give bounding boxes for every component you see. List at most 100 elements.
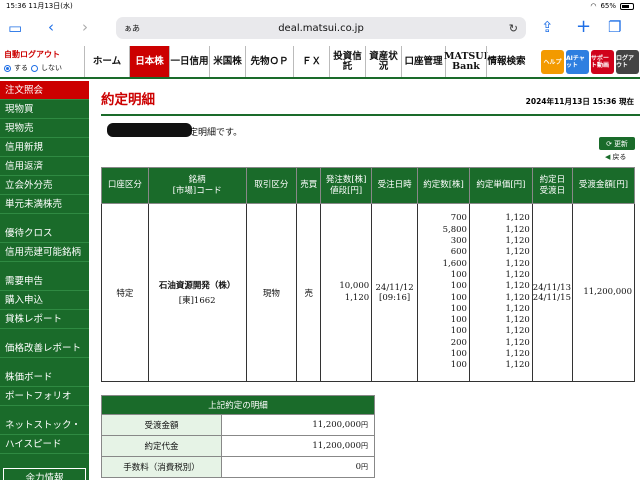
dates-cell: 24/11/13 24/11/15 bbox=[531, 203, 573, 382]
tab-6[interactable]: ＦＸ bbox=[293, 46, 329, 77]
sidebar-item-9[interactable]: 信用売建可能銘柄 bbox=[0, 243, 89, 262]
tab-8[interactable]: 資産状況 bbox=[365, 46, 401, 77]
tab-3[interactable]: 一日信用 bbox=[169, 46, 209, 77]
fill-price: 1,120 bbox=[505, 326, 530, 337]
summary-key: 手数料（消費税別） bbox=[101, 456, 222, 478]
order-qty: 10,000 bbox=[339, 281, 370, 292]
sidebar-item-14[interactable]: 株価ボード bbox=[0, 368, 89, 387]
summary-unit: 円 bbox=[361, 442, 368, 450]
quick-button-4[interactable]: ログアウト bbox=[616, 50, 639, 74]
sidebar-item-11[interactable]: 購入申込 bbox=[0, 291, 89, 310]
quick-button-2[interactable]: AIチャット bbox=[566, 50, 589, 74]
sidebar-item-17[interactable]: ハイスピード bbox=[0, 435, 89, 454]
fill-price: 1,120 bbox=[505, 348, 530, 359]
fill-qty: 100 bbox=[450, 315, 467, 326]
new-tab-icon[interactable]: + bbox=[576, 18, 591, 36]
address-bar[interactable]: ぁあ deal.matsui.co.jp ↻ bbox=[116, 17, 526, 39]
header-col-5: 発注数[株] 値段[円] bbox=[320, 167, 373, 204]
summary-row: 約定代金 11,200,000円 bbox=[101, 435, 375, 457]
fill-price: 1,120 bbox=[505, 236, 530, 247]
wifi-icon: ◠ bbox=[590, 2, 597, 10]
fill-price: 1,120 bbox=[505, 258, 530, 269]
summary-row: 手数料（消費税別） 0円 bbox=[101, 456, 375, 478]
sidebar-item-10[interactable]: 需要申告 bbox=[0, 272, 89, 291]
tabs-icon[interactable]: ❐ bbox=[608, 20, 621, 35]
message-text: 定明細です。 bbox=[189, 128, 243, 138]
header-col-10: 受渡金額[円] bbox=[571, 167, 636, 204]
fill-qty: 5,800 bbox=[442, 224, 467, 235]
security-cell: 石油資源開発（株） [東]1662 bbox=[147, 203, 247, 382]
auto-logout-off-radio[interactable] bbox=[31, 64, 38, 72]
side: 売 bbox=[296, 203, 322, 382]
url-text[interactable]: deal.matsui.co.jp bbox=[116, 23, 526, 34]
back-icon[interactable]: ‹ bbox=[48, 20, 54, 35]
exec-date: 24/11/13 bbox=[532, 282, 571, 293]
header-col-8: 約定単価[円] bbox=[468, 167, 533, 204]
forward-icon[interactable]: › bbox=[82, 20, 88, 35]
sidebar-item-16[interactable]: ネットストック・ bbox=[0, 416, 89, 435]
share-icon[interactable]: ⇪ bbox=[541, 20, 554, 35]
order-date: 24/11/12 bbox=[375, 282, 414, 293]
page-title-bar: 約定明細 2024年11月13日 15:36 現在 bbox=[101, 88, 640, 116]
update-button[interactable]: ⟳ 更新 bbox=[599, 137, 635, 150]
auto-logout-on-radio[interactable] bbox=[4, 64, 11, 72]
fill-qty: 300 bbox=[450, 236, 467, 247]
site-nav: 自動ログアウト する しない ホーム 日本株 一日信用 米国株 先物ＯＰ ＦＸ 投資信託 資産… bbox=[0, 46, 640, 79]
header-col-7: 約定数[株] bbox=[417, 167, 470, 204]
battery-percent: 65% bbox=[600, 2, 616, 10]
security-code: [東]1662 bbox=[178, 296, 216, 306]
fill-price: 1,120 bbox=[505, 247, 530, 258]
sidebar-item-7[interactable]: 単元未満株売 bbox=[0, 195, 89, 214]
tab-11[interactable]: 情報検索 bbox=[486, 46, 526, 77]
fill-qty: 100 bbox=[450, 360, 467, 371]
summary-key: 受渡金額 bbox=[101, 414, 222, 436]
status-date: 11月13日(水) bbox=[28, 2, 73, 10]
sidebar-menu: 注文照会 現物買 現物売 信用新規 信用返済 立会外分売 単元未満株売 優待クロス 信用売建可能… bbox=[0, 81, 89, 487]
fill-price: 1,120 bbox=[505, 213, 530, 224]
back-link[interactable]: ◀ 戻る bbox=[605, 152, 635, 162]
reload-icon[interactable]: ↻ bbox=[509, 22, 518, 35]
order-datetime: 24/11/12 [09:16] bbox=[371, 203, 419, 382]
sidebar-item-8[interactable]: 優待クロス bbox=[0, 224, 89, 243]
order-price: 1,120 bbox=[344, 292, 370, 303]
auto-logout-off-label: しない bbox=[41, 64, 62, 72]
fill-price-list: 1,120 1,120 1,120 1,120 1,120 1,120 1,120 1,120… bbox=[468, 203, 533, 382]
fill-qty: 100 bbox=[450, 281, 467, 292]
trade-type: 現物 bbox=[245, 203, 298, 382]
sidebar-item-12[interactable]: 貸株レポート bbox=[0, 310, 89, 329]
redacted-block bbox=[107, 123, 192, 137]
back-label: 戻る bbox=[612, 153, 627, 161]
quick-buttons: ヘルプ AIチャット サポート動画 ログアウト bbox=[540, 46, 640, 77]
sidebar-item-3[interactable]: 現物売 bbox=[0, 119, 89, 138]
sidebar-item-4[interactable]: 信用新規 bbox=[0, 138, 89, 157]
back-arrow-icon: ◀ bbox=[605, 153, 611, 161]
sidebar-item-13[interactable]: 価格改善レポート bbox=[0, 339, 89, 358]
quick-button-3[interactable]: サポート動画 bbox=[591, 50, 614, 74]
sidebar-item-2[interactable]: 現物買 bbox=[0, 100, 89, 119]
status-time: 15:36 bbox=[6, 2, 27, 10]
tab-2[interactable]: 日本株 bbox=[129, 46, 169, 77]
header-col-6: 受注日時 bbox=[371, 167, 419, 204]
timestamp: 2024年11月13日 15:36 現在 bbox=[525, 97, 634, 106]
tab-4[interactable]: 米国株 bbox=[209, 46, 245, 77]
header-col-4: 売買 bbox=[296, 167, 322, 204]
tab-1[interactable]: ホーム bbox=[84, 46, 129, 77]
tab-9[interactable]: 口座管理 bbox=[401, 46, 445, 77]
fill-qty: 100 bbox=[450, 348, 467, 359]
fill-qty: 1,600 bbox=[442, 258, 467, 269]
account-type: 特定 bbox=[101, 203, 149, 382]
sidebar-item-18[interactable]: 余力情報 bbox=[3, 468, 86, 487]
quick-button-1[interactable]: ヘルプ bbox=[541, 50, 564, 74]
sidebar-item-1[interactable]: 注文照会 bbox=[0, 81, 89, 100]
execution-table: 口座区分 銘柄 [市場]コード 取引区分 売買 発注数[株] 値段[円] 受注日時 約定数[株]… bbox=[101, 167, 636, 382]
sidebar-item-15[interactable]: ポートフォリオ bbox=[0, 387, 89, 406]
tab-7[interactable]: 投資信託 bbox=[329, 46, 365, 77]
tab-10[interactable]: MATSUI Bank bbox=[444, 46, 488, 77]
sidebar-item-5[interactable]: 信用返済 bbox=[0, 157, 89, 176]
sidebar-toggle-icon[interactable]: ▭ bbox=[8, 21, 22, 36]
header-col-3: 取引区分 bbox=[245, 167, 298, 204]
tab-5[interactable]: 先物ＯＰ bbox=[245, 46, 293, 77]
table-row: 特定 石油資源開発（株） [東]1662 現物 売 10,000 1,120 2… bbox=[101, 203, 636, 382]
summary-key: 約定代金 bbox=[101, 435, 222, 457]
sidebar-item-6[interactable]: 立会外分売 bbox=[0, 176, 89, 195]
